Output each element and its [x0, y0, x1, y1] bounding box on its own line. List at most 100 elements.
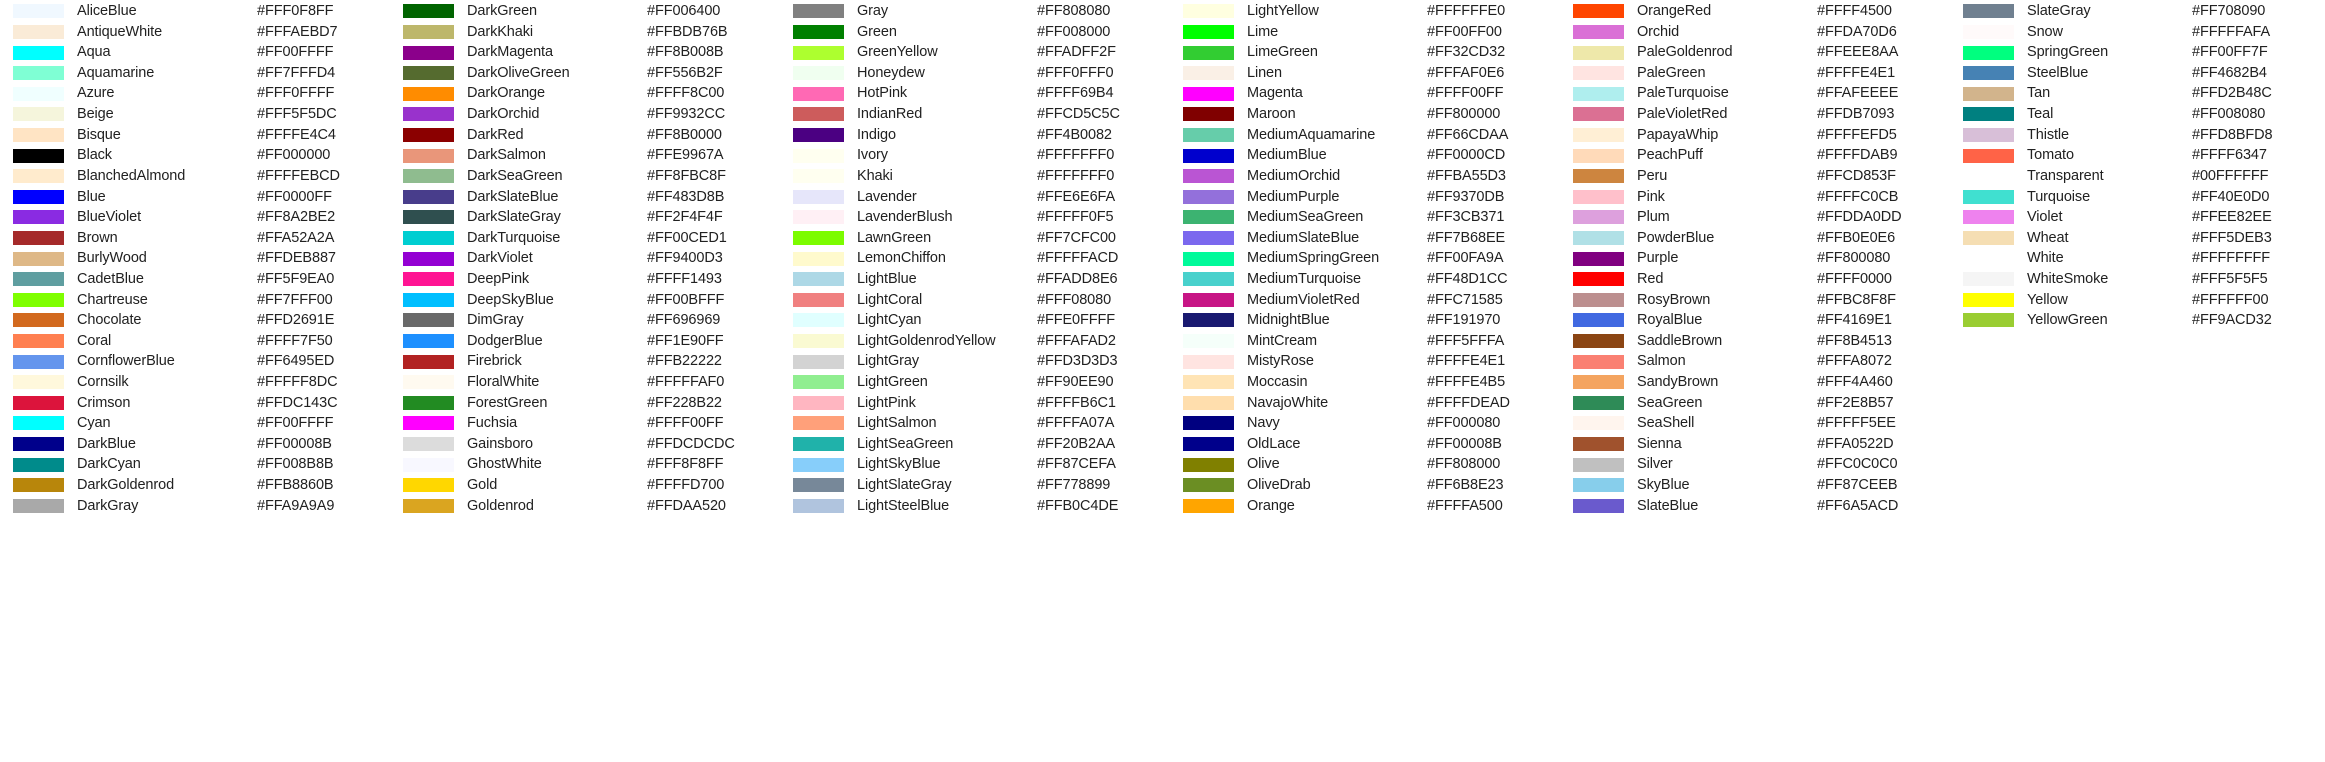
color-row[interactable]: Bisque #FFFFE4C4: [0, 125, 390, 146]
color-row[interactable]: DarkSlateBlue #FF483D8B: [390, 186, 780, 207]
color-row[interactable]: SeaGreen #FF2E8B57: [1560, 393, 1950, 414]
color-row[interactable]: White #FFFFFFFF: [1950, 248, 2325, 269]
color-row[interactable]: Navy #FF000080: [1170, 413, 1560, 434]
color-row[interactable]: Khaki #FFFFFFF0: [780, 166, 1170, 187]
color-row[interactable]: Gray #FF808080: [780, 1, 1170, 22]
color-row[interactable]: HotPink #FFFF69B4: [780, 83, 1170, 104]
color-row[interactable]: Transparent #00FFFFFF: [1950, 166, 2325, 187]
color-row[interactable]: MediumSpringGreen #FF00FA9A: [1170, 248, 1560, 269]
color-row[interactable]: LightSkyBlue #FF87CEFA: [780, 454, 1170, 475]
color-row[interactable]: NavajoWhite #FFFFDEAD: [1170, 393, 1560, 414]
color-row[interactable]: LightSalmon #FFFFA07A: [780, 413, 1170, 434]
color-row[interactable]: GreenYellow #FFADFF2F: [780, 42, 1170, 63]
color-row[interactable]: LightSteelBlue #FFB0C4DE: [780, 496, 1170, 517]
color-row[interactable]: Snow #FFFFFAFA: [1950, 22, 2325, 43]
color-row[interactable]: OldLace #FF00008B: [1170, 434, 1560, 455]
color-row[interactable]: PowderBlue #FFB0E0E6: [1560, 228, 1950, 249]
color-row[interactable]: Coral #FFFF7F50: [0, 331, 390, 352]
color-row[interactable]: IndianRed #FFCD5C5C: [780, 104, 1170, 125]
color-row[interactable]: Goldenrod #FFDAA520: [390, 496, 780, 517]
color-row[interactable]: Cyan #FF00FFFF: [0, 413, 390, 434]
color-row[interactable]: MediumBlue #FF0000CD: [1170, 145, 1560, 166]
color-row[interactable]: Cornsilk #FFFFF8DC: [0, 372, 390, 393]
color-row[interactable]: LawnGreen #FF7CFC00: [780, 228, 1170, 249]
color-row[interactable]: Violet #FFEE82EE: [1950, 207, 2325, 228]
color-row[interactable]: Thistle #FFD8BFD8: [1950, 125, 2325, 146]
color-row[interactable]: DarkGray #FFA9A9A9: [0, 496, 390, 517]
color-row[interactable]: LightGoldenrodYellow #FFFAFAD2: [780, 331, 1170, 352]
color-row[interactable]: YellowGreen #FF9ACD32: [1950, 310, 2325, 331]
color-row[interactable]: Gainsboro #FFDCDCDC: [390, 434, 780, 455]
color-row[interactable]: Firebrick #FFB22222: [390, 351, 780, 372]
color-row[interactable]: OrangeRed #FFFF4500: [1560, 1, 1950, 22]
color-row[interactable]: Honeydew #FFF0FFF0: [780, 63, 1170, 84]
color-row[interactable]: Olive #FF808000: [1170, 454, 1560, 475]
color-row[interactable]: Plum #FFDDA0DD: [1560, 207, 1950, 228]
color-row[interactable]: CadetBlue #FF5F9EA0: [0, 269, 390, 290]
color-row[interactable]: Black #FF000000: [0, 145, 390, 166]
color-row[interactable]: LightGreen #FF90EE90: [780, 372, 1170, 393]
color-row[interactable]: DarkSeaGreen #FF8FBC8F: [390, 166, 780, 187]
color-row[interactable]: DarkMagenta #FF8B008B: [390, 42, 780, 63]
color-row[interactable]: LightYellow #FFFFFFE0: [1170, 1, 1560, 22]
color-row[interactable]: OliveDrab #FF6B8E23: [1170, 475, 1560, 496]
color-row[interactable]: SlateBlue #FF6A5ACD: [1560, 496, 1950, 517]
color-row[interactable]: PaleGreen #FFFFE4E1: [1560, 63, 1950, 84]
color-row[interactable]: Ivory #FFFFFFF0: [780, 145, 1170, 166]
color-row[interactable]: Maroon #FF800000: [1170, 104, 1560, 125]
color-row[interactable]: LavenderBlush #FFFFF0F5: [780, 207, 1170, 228]
color-row[interactable]: DarkTurquoise #FF00CED1: [390, 228, 780, 249]
color-row[interactable]: DarkCyan #FF008B8B: [0, 454, 390, 475]
color-row[interactable]: MediumAquamarine #FF66CDAA: [1170, 125, 1560, 146]
color-row[interactable]: MediumOrchid #FFBA55D3: [1170, 166, 1560, 187]
color-row[interactable]: Silver #FFC0C0C0: [1560, 454, 1950, 475]
color-row[interactable]: ForestGreen #FF228B22: [390, 393, 780, 414]
color-row[interactable]: MistyRose #FFFFE4E1: [1170, 351, 1560, 372]
color-row[interactable]: SeaShell #FFFFF5EE: [1560, 413, 1950, 434]
color-row[interactable]: DarkBlue #FF00008B: [0, 434, 390, 455]
color-row[interactable]: LightCoral #FFF08080: [780, 290, 1170, 311]
color-row[interactable]: Tan #FFD2B48C: [1950, 83, 2325, 104]
color-row[interactable]: Chocolate #FFD2691E: [0, 310, 390, 331]
color-row[interactable]: AntiqueWhite #FFFAEBD7: [0, 22, 390, 43]
color-row[interactable]: Red #FFFF0000: [1560, 269, 1950, 290]
color-row[interactable]: Azure #FFF0FFFF: [0, 83, 390, 104]
color-row[interactable]: Aquamarine #FF7FFFD4: [0, 63, 390, 84]
color-row[interactable]: BlueViolet #FF8A2BE2: [0, 207, 390, 228]
color-row[interactable]: Yellow #FFFFFF00: [1950, 290, 2325, 311]
color-row[interactable]: Fuchsia #FFFF00FF: [390, 413, 780, 434]
color-row[interactable]: LimeGreen #FF32CD32: [1170, 42, 1560, 63]
color-row[interactable]: Green #FF008000: [780, 22, 1170, 43]
color-row[interactable]: MidnightBlue #FF191970: [1170, 310, 1560, 331]
color-row[interactable]: Gold #FFFFD700: [390, 475, 780, 496]
color-row[interactable]: MediumSlateBlue #FF7B68EE: [1170, 228, 1560, 249]
color-row[interactable]: CornflowerBlue #FF6495ED: [0, 351, 390, 372]
color-row[interactable]: DarkOliveGreen #FF556B2F: [390, 63, 780, 84]
color-row[interactable]: SpringGreen #FF00FF7F: [1950, 42, 2325, 63]
color-row[interactable]: DodgerBlue #FF1E90FF: [390, 331, 780, 352]
color-row[interactable]: Orchid #FFDA70D6: [1560, 22, 1950, 43]
color-row[interactable]: Wheat #FFF5DEB3: [1950, 228, 2325, 249]
color-row[interactable]: LightCyan #FFE0FFFF: [780, 310, 1170, 331]
color-row[interactable]: DarkRed #FF8B0000: [390, 125, 780, 146]
color-row[interactable]: Peru #FFCD853F: [1560, 166, 1950, 187]
color-row[interactable]: MediumVioletRed #FFC71585: [1170, 290, 1560, 311]
color-row[interactable]: MediumTurquoise #FF48D1CC: [1170, 269, 1560, 290]
color-row[interactable]: BurlyWood #FFDEB887: [0, 248, 390, 269]
color-row[interactable]: DeepPink #FFFF1493: [390, 269, 780, 290]
color-row[interactable]: SkyBlue #FF87CEEB: [1560, 475, 1950, 496]
color-row[interactable]: Blue #FF0000FF: [0, 186, 390, 207]
color-row[interactable]: BlanchedAlmond #FFFFEBCD: [0, 166, 390, 187]
color-row[interactable]: Tomato #FFFF6347: [1950, 145, 2325, 166]
color-row[interactable]: SteelBlue #FF4682B4: [1950, 63, 2325, 84]
color-row[interactable]: GhostWhite #FFF8F8FF: [390, 454, 780, 475]
color-row[interactable]: LightGray #FFD3D3D3: [780, 351, 1170, 372]
color-row[interactable]: FloralWhite #FFFFFAF0: [390, 372, 780, 393]
color-row[interactable]: MintCream #FFF5FFFA: [1170, 331, 1560, 352]
color-row[interactable]: LightSeaGreen #FF20B2AA: [780, 434, 1170, 455]
color-row[interactable]: RosyBrown #FFBC8F8F: [1560, 290, 1950, 311]
color-row[interactable]: PaleVioletRed #FFDB7093: [1560, 104, 1950, 125]
color-row[interactable]: LightPink #FFFFB6C1: [780, 393, 1170, 414]
color-row[interactable]: Pink #FFFFC0CB: [1560, 186, 1950, 207]
color-row[interactable]: DarkGreen #FF006400: [390, 1, 780, 22]
